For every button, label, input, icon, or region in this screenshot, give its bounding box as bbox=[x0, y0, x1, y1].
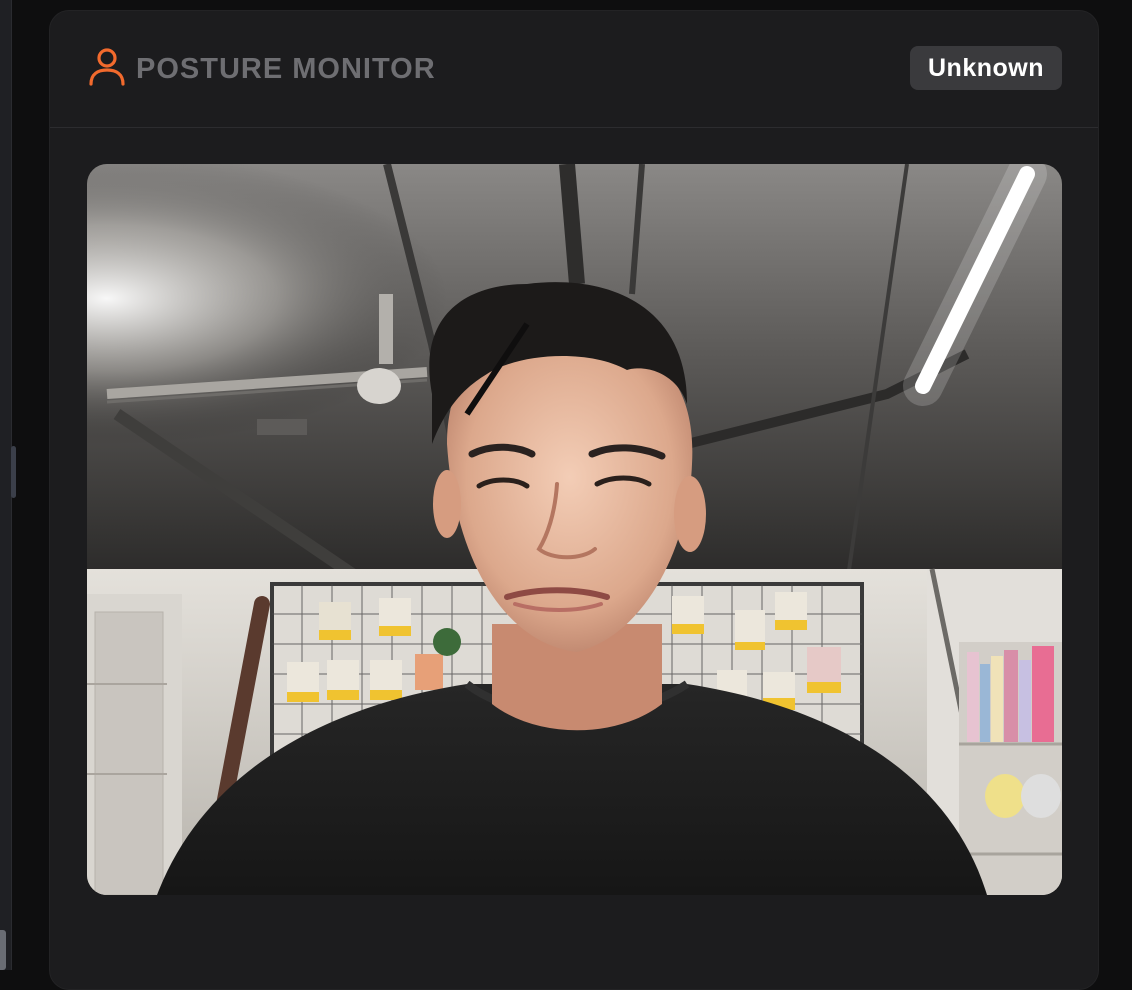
scrollbar-thumb[interactable] bbox=[11, 446, 16, 498]
panel-title: POSTURE MONITOR bbox=[136, 52, 436, 85]
camera-feed bbox=[87, 164, 1062, 895]
posture-monitor-panel: POSTURE MONITOR Unknown bbox=[49, 10, 1099, 990]
status-badge: Unknown bbox=[910, 46, 1062, 90]
panel-header: POSTURE MONITOR Unknown bbox=[50, 11, 1098, 128]
person-icon bbox=[89, 48, 125, 86]
scrollbar-thumb-bottom[interactable] bbox=[0, 930, 6, 970]
camera-feed-image bbox=[87, 164, 1062, 895]
panel-title-group: POSTURE MONITOR bbox=[88, 47, 436, 87]
